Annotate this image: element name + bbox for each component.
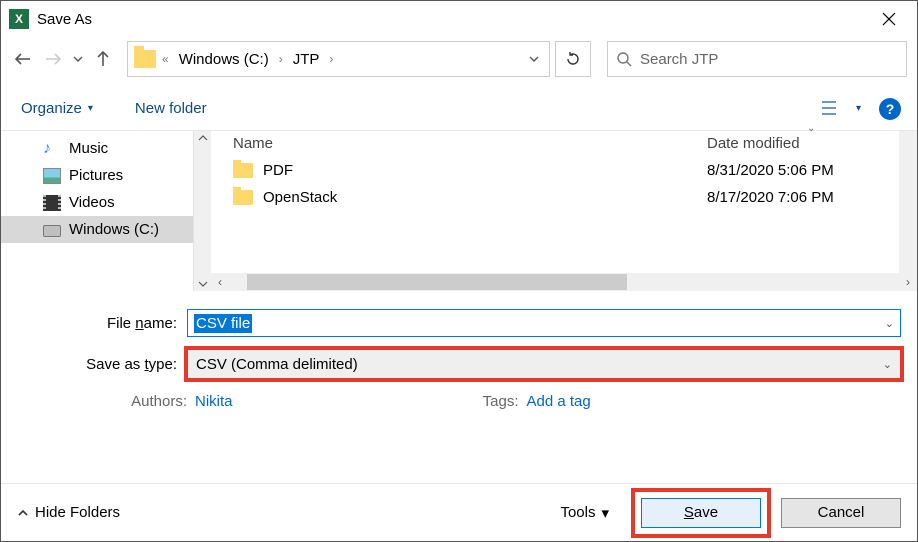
cancel-label: Cancel xyxy=(818,504,865,521)
hide-folders-label: Hide Folders xyxy=(35,504,120,521)
chevron-down-icon: ▾ xyxy=(88,103,93,114)
sidebar-item-videos[interactable]: Videos xyxy=(1,189,211,216)
list-vertical-scrollbar[interactable] xyxy=(899,131,917,273)
chevron-right-icon: › xyxy=(277,52,285,66)
window-title: Save As xyxy=(37,11,869,28)
list-item-name: OpenStack xyxy=(263,189,707,206)
title-bar: X Save As xyxy=(1,1,917,37)
music-icon: ♪ xyxy=(43,141,61,157)
search-placeholder: Search JTP xyxy=(640,51,718,68)
list-item-date: 8/31/2020 5:06 PM xyxy=(707,162,917,179)
folder-icon xyxy=(134,50,156,68)
chevron-down-icon xyxy=(529,54,539,64)
column-header-date-label: Date modified xyxy=(707,135,800,152)
refresh-icon xyxy=(565,51,581,67)
chevron-up-icon xyxy=(17,507,29,519)
list-item[interactable]: PDF 8/31/2020 5:06 PM xyxy=(211,157,917,184)
chevron-down-icon xyxy=(198,279,208,289)
save-highlight: Save xyxy=(631,488,771,538)
chevron-down-icon xyxy=(73,54,83,64)
drive-icon xyxy=(43,225,61,237)
list-item-name: PDF xyxy=(263,162,707,179)
save-as-type-value: CSV (Comma delimited) xyxy=(196,356,358,373)
scroll-left-icon: ‹ xyxy=(211,275,229,289)
tools-label: Tools xyxy=(560,504,595,521)
breadcrumb-prefix: « xyxy=(160,52,171,66)
up-button[interactable] xyxy=(91,47,115,71)
chevron-up-icon xyxy=(198,133,208,143)
save-form: File name: CSV file ⌄ Save as type: CSV … xyxy=(1,291,917,448)
sidebar-item-label: Pictures xyxy=(69,167,123,184)
sidebar-scrollbar[interactable] xyxy=(193,131,211,291)
help-button[interactable]: ? xyxy=(879,98,901,120)
cancel-button[interactable]: Cancel xyxy=(781,498,901,528)
list-item-date: 8/17/2020 7:06 PM xyxy=(707,189,917,206)
tags-value[interactable]: Add a tag xyxy=(527,393,591,410)
sidebar-item-label: Music xyxy=(69,140,108,157)
sidebar-item-music[interactable]: ♪ Music xyxy=(1,135,211,162)
footer: Hide Folders Tools ▾ Save Cancel xyxy=(1,483,917,541)
list-item[interactable]: OpenStack 8/17/2020 7:06 PM xyxy=(211,184,917,211)
back-button[interactable] xyxy=(11,47,35,71)
search-input[interactable]: Search JTP xyxy=(607,41,907,77)
column-header-date[interactable]: ⌄ Date modified xyxy=(707,135,917,152)
excel-app-icon: X xyxy=(9,9,29,29)
recent-locations-button[interactable] xyxy=(71,47,85,71)
explorer-body: ♪ Music Pictures Videos Windows (C:) Nam… xyxy=(1,131,917,291)
view-list-icon xyxy=(822,99,846,119)
chevron-down-icon: ⌄ xyxy=(807,123,815,134)
arrow-up-icon xyxy=(93,49,113,69)
breadcrumb-part[interactable]: JTP xyxy=(289,51,324,68)
new-folder-label: New folder xyxy=(135,100,207,117)
organize-button[interactable]: Organize ▾ xyxy=(17,96,97,121)
view-button[interactable]: ▾ xyxy=(818,95,865,123)
sidebar-item-label: Videos xyxy=(69,194,115,211)
authors-label: Authors: xyxy=(107,393,187,410)
file-name-label: File name: xyxy=(17,315,187,332)
scroll-thumb[interactable] xyxy=(247,274,627,290)
sidebar: ♪ Music Pictures Videos Windows (C:) xyxy=(1,131,211,291)
list-horizontal-scrollbar[interactable]: ‹ › xyxy=(211,273,917,291)
authors-value[interactable]: Nikita xyxy=(195,393,233,410)
tags-label: Tags: xyxy=(479,393,519,410)
address-bar[interactable]: « Windows (C:) › JTP › xyxy=(127,41,550,77)
column-header-name[interactable]: Name xyxy=(233,135,707,152)
chevron-right-icon: › xyxy=(327,52,335,66)
organize-label: Organize xyxy=(21,100,82,117)
videos-icon xyxy=(43,195,61,211)
search-icon xyxy=(616,51,632,67)
new-folder-button[interactable]: New folder xyxy=(131,96,211,121)
save-as-type-label: Save as type: xyxy=(17,356,187,373)
sidebar-item-pictures[interactable]: Pictures xyxy=(1,162,211,189)
scroll-right-icon: › xyxy=(899,275,917,289)
arrow-right-icon xyxy=(43,49,63,69)
address-dropdown[interactable] xyxy=(525,54,543,64)
chevron-down-icon[interactable]: ⌄ xyxy=(885,317,894,330)
file-name-input[interactable]: CSV file ⌄ xyxy=(187,309,901,337)
chevron-down-icon: ▾ xyxy=(601,504,609,522)
nav-row: « Windows (C:) › JTP › Search JTP xyxy=(1,37,917,87)
chevron-down-icon: ▾ xyxy=(856,103,861,114)
close-button[interactable] xyxy=(869,4,909,34)
arrow-left-icon xyxy=(13,49,33,69)
list-header: Name ⌄ Date modified xyxy=(211,131,917,157)
hide-folders-button[interactable]: Hide Folders xyxy=(17,504,120,521)
refresh-button[interactable] xyxy=(555,41,591,77)
pictures-icon xyxy=(43,168,61,184)
tools-button[interactable]: Tools ▾ xyxy=(560,504,609,522)
forward-button[interactable] xyxy=(41,47,65,71)
close-icon xyxy=(882,12,896,26)
file-name-value: CSV file xyxy=(194,314,252,333)
folder-icon xyxy=(233,163,253,178)
file-list: Name ⌄ Date modified PDF 8/31/2020 5:06 … xyxy=(211,131,917,291)
save-as-type-select[interactable]: CSV (Comma delimited) ⌄ xyxy=(187,349,901,379)
folder-icon xyxy=(233,190,253,205)
sidebar-item-windows-c[interactable]: Windows (C:) xyxy=(1,216,211,243)
chevron-down-icon[interactable]: ⌄ xyxy=(883,358,892,371)
save-button[interactable]: Save xyxy=(641,498,761,528)
sidebar-item-label: Windows (C:) xyxy=(69,221,159,238)
breadcrumb-part[interactable]: Windows (C:) xyxy=(175,51,273,68)
toolbar: Organize ▾ New folder ▾ ? xyxy=(1,87,917,131)
